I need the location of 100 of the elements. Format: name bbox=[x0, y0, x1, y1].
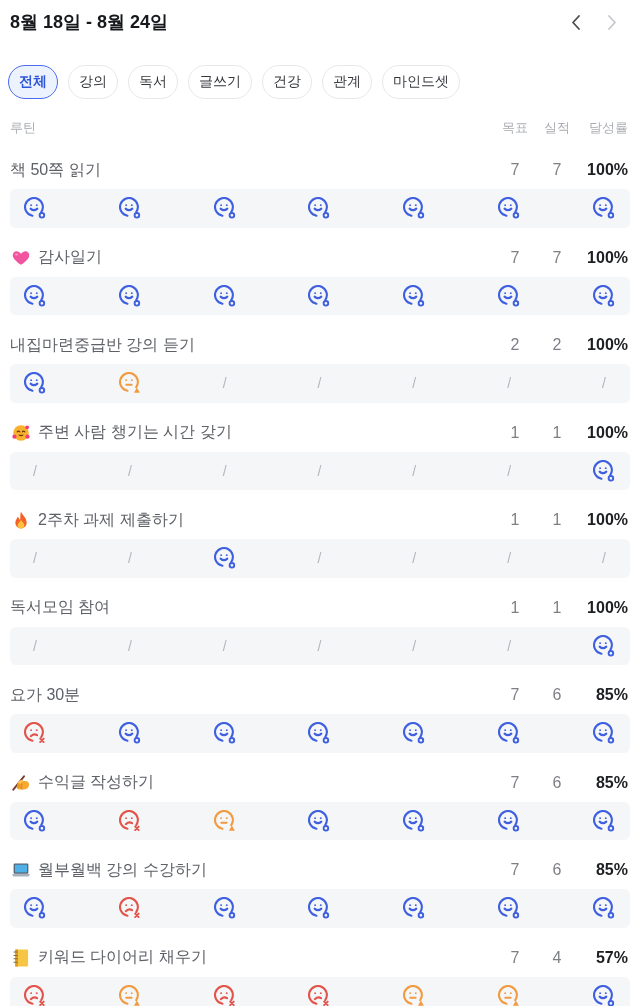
achievement-rate: 85% bbox=[594, 773, 628, 792]
goal-count: 7 bbox=[509, 686, 521, 704]
column-header: 목표 bbox=[501, 119, 529, 137]
empty-day-mark: / bbox=[32, 636, 38, 656]
empty-day-mark: / bbox=[316, 461, 323, 481]
actual-count: 6 bbox=[551, 773, 563, 792]
routine-title: 수익글 작성하기 bbox=[38, 772, 155, 792]
smiley-icon bbox=[308, 897, 331, 920]
achievement-rate: 100% bbox=[586, 511, 628, 529]
empty-day-mark: / bbox=[601, 374, 607, 394]
smiley-icon bbox=[403, 284, 426, 307]
column-header: 실적 bbox=[543, 119, 571, 137]
actual-count: 1 bbox=[551, 423, 563, 442]
routine-title: 2주차 과제 제출하기 bbox=[38, 509, 184, 530]
smiley-icon bbox=[213, 284, 236, 307]
achievement-rate: 85% bbox=[594, 686, 628, 704]
goal-count: 7 bbox=[509, 948, 521, 967]
laptop-icon bbox=[12, 861, 30, 879]
routine-title: 키워드 다이어리 채우기 bbox=[38, 947, 207, 967]
empty-day-mark: / bbox=[411, 636, 418, 656]
smiley-icon bbox=[592, 197, 615, 220]
goal-count: 7 bbox=[509, 861, 521, 879]
empty-day-mark: / bbox=[411, 461, 418, 481]
routine-title: 내집마련중급반 강의 듣기 bbox=[10, 334, 195, 355]
smiley-icon bbox=[24, 197, 46, 220]
achievement-rate: 100% bbox=[586, 161, 628, 179]
neutral-face-icon bbox=[118, 984, 141, 1006]
achievement-rate: 57% bbox=[594, 948, 628, 967]
smiley-icon bbox=[403, 809, 426, 832]
achievement-rate: 100% bbox=[586, 336, 628, 354]
fire-icon bbox=[12, 511, 30, 529]
smiley-icon bbox=[24, 809, 46, 832]
goal-count: 1 bbox=[509, 598, 521, 617]
category-tab[interactable]: 글쓰기 bbox=[188, 65, 252, 99]
smiley-icon bbox=[592, 459, 615, 482]
category-tab[interactable]: 마인드셋 bbox=[382, 65, 460, 99]
empty-day-mark: / bbox=[221, 461, 228, 481]
smiley-icon bbox=[403, 197, 426, 220]
empty-day-mark: / bbox=[32, 461, 38, 481]
smiley-icon bbox=[592, 984, 615, 1006]
empty-day-mark: / bbox=[601, 549, 607, 569]
empty-day-mark: / bbox=[316, 636, 323, 656]
smiling-face-with-hearts-icon bbox=[12, 423, 30, 442]
smiley-icon bbox=[592, 634, 615, 657]
achievement-rate: 100% bbox=[586, 248, 628, 267]
goal-count: 1 bbox=[509, 423, 521, 442]
category-tab[interactable]: 전체 bbox=[8, 65, 58, 99]
chevron-left-icon bbox=[572, 14, 580, 30]
empty-day-mark: / bbox=[411, 549, 418, 569]
actual-count: 7 bbox=[551, 248, 563, 267]
column-header: 달성률 bbox=[588, 119, 628, 137]
smiley-icon bbox=[213, 197, 236, 220]
smiley-icon bbox=[308, 722, 331, 745]
empty-day-mark: / bbox=[506, 549, 513, 569]
sad-face-icon bbox=[213, 984, 236, 1006]
actual-count: 2 bbox=[551, 336, 563, 354]
smiley-icon bbox=[498, 722, 521, 745]
routine-title: 책 50쪽 읽기 bbox=[10, 159, 101, 180]
routine-title: 독서모임 참여 bbox=[10, 597, 111, 617]
smiley-icon bbox=[213, 547, 236, 570]
empty-day-mark: / bbox=[126, 549, 133, 569]
smiley-icon bbox=[498, 284, 521, 307]
heart-icon bbox=[12, 248, 30, 267]
empty-day-mark: / bbox=[506, 374, 513, 394]
achievement-rate: 85% bbox=[594, 861, 628, 879]
sad-face-icon bbox=[118, 809, 141, 832]
category-tab[interactable]: 건강 bbox=[262, 65, 312, 99]
smiley-icon bbox=[118, 284, 141, 307]
neutral-face-icon bbox=[213, 809, 236, 832]
smiley-icon bbox=[118, 722, 141, 745]
achievement-rate: 100% bbox=[586, 598, 628, 617]
category-tab[interactable]: 관계 bbox=[322, 65, 372, 99]
routine-title: 주변 사람 챙기는 시간 갖기 bbox=[38, 422, 232, 442]
week-range-title: 8월 18일 - 8월 24일 bbox=[10, 11, 169, 34]
smiley-icon bbox=[403, 897, 426, 920]
smiley-icon bbox=[308, 809, 331, 832]
empty-day-mark: / bbox=[411, 374, 418, 394]
sad-face-icon bbox=[24, 722, 46, 745]
empty-day-mark: / bbox=[32, 549, 38, 569]
actual-count: 6 bbox=[551, 686, 563, 704]
neutral-face-icon bbox=[403, 984, 426, 1006]
category-tab[interactable]: 독서 bbox=[128, 65, 178, 99]
empty-day-mark: / bbox=[221, 374, 228, 394]
empty-day-mark: / bbox=[506, 461, 513, 481]
smiley-icon bbox=[308, 284, 331, 307]
column-header: 루틴 bbox=[10, 120, 36, 135]
smiley-icon bbox=[592, 722, 615, 745]
sad-face-icon bbox=[24, 984, 46, 1006]
smiley-icon bbox=[24, 897, 46, 920]
actual-count: 1 bbox=[551, 598, 563, 617]
achievement-rate: 100% bbox=[586, 423, 628, 442]
smiley-icon bbox=[592, 284, 615, 307]
notebook-icon bbox=[12, 948, 30, 967]
category-tab[interactable]: 강의 bbox=[68, 65, 118, 99]
empty-day-mark: / bbox=[126, 636, 133, 656]
smiley-icon bbox=[118, 197, 141, 220]
goal-count: 7 bbox=[509, 248, 521, 267]
goal-count: 1 bbox=[509, 511, 521, 529]
smiley-icon bbox=[213, 897, 236, 920]
chevron-right-icon bbox=[608, 14, 616, 30]
